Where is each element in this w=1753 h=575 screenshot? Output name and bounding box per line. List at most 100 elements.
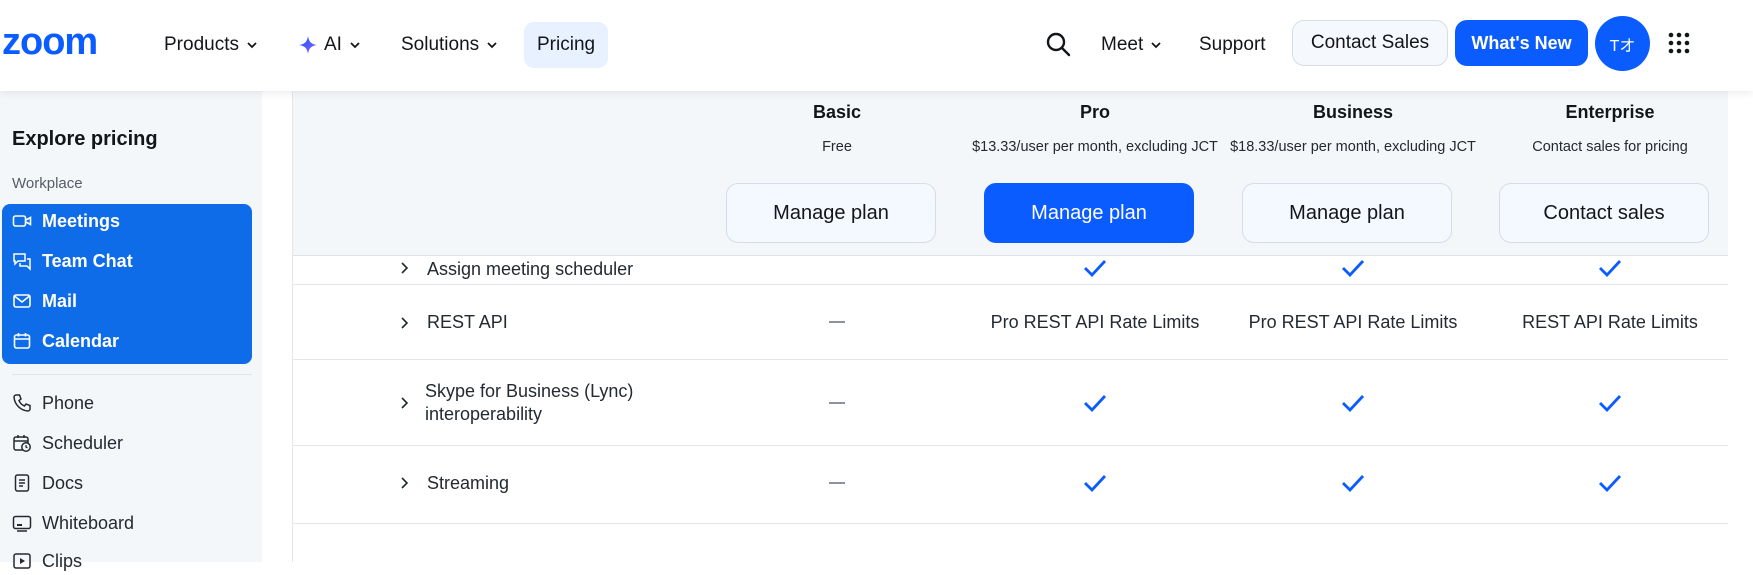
nav-ai[interactable]: AI <box>298 22 361 68</box>
sidebar-title: Explore pricing <box>12 128 158 150</box>
chevron-down-icon <box>350 42 360 49</box>
dash-icon <box>829 402 845 404</box>
sidebar-item-label: Docs <box>42 472 84 493</box>
nav-solutions-label: Solutions <box>401 34 480 55</box>
table-row[interactable]: REST API Pro REST API Rate Limits Pro RE… <box>293 285 1728 360</box>
sidebar-item-clips[interactable]: Clips <box>12 547 82 575</box>
docs-icon <box>14 474 30 492</box>
row-label: Assign meeting scheduler <box>427 259 634 279</box>
table-row[interactable]: Streaming <box>293 446 1728 524</box>
whats-new-button[interactable]: What's New <box>1455 20 1588 66</box>
sidebar-item-meetings[interactable]: Meetings <box>12 207 120 235</box>
nav-products[interactable]: Products <box>164 22 258 68</box>
check-icon <box>1342 260 1365 278</box>
plan-name: Business <box>1312 102 1394 122</box>
chevron-right-icon <box>401 317 409 329</box>
avatar[interactable]: Tオ <box>1595 16 1650 71</box>
plan-price: $13.33/user per month, excluding JCT <box>972 139 1218 155</box>
manage-plan-button[interactable]: Manage plan <box>726 183 936 243</box>
whats-new-label: What's New <box>1471 32 1572 53</box>
plan-name: Pro <box>1079 102 1110 122</box>
sidebar-item-label: Mail <box>42 290 78 311</box>
sidebar-item-label: Scheduler <box>42 432 124 453</box>
nav-meet-label: Meet <box>1101 34 1144 55</box>
top-navigation: zoom Products AI Solutions Pricing Meet … <box>0 0 1753 91</box>
mail-icon <box>13 294 31 308</box>
video-icon <box>12 215 32 227</box>
chevron-right-icon <box>401 397 409 409</box>
cell-value: Pro REST API Rate Limits <box>1248 311 1458 332</box>
check-icon <box>1342 395 1365 413</box>
nav-solutions[interactable]: Solutions <box>401 22 498 68</box>
plan-name: Basic <box>812 102 862 122</box>
check-icon <box>1084 260 1107 278</box>
clips-icon <box>13 553 31 569</box>
check-icon-cell <box>970 391 1220 415</box>
chevron-down-icon <box>487 42 497 49</box>
sidebar-divider <box>12 374 252 375</box>
plan-price: $18.33/user per month, excluding JCT <box>1230 139 1476 155</box>
check-icon-cell <box>970 256 1220 280</box>
plan-name: Enterprise <box>1565 102 1655 122</box>
manage-plan-button[interactable]: Manage plan <box>1242 183 1452 243</box>
sidebar-section-label: Workplace <box>12 175 83 192</box>
contact-sales-label: Contact Sales <box>1310 32 1430 53</box>
sidebar-item-whiteboard[interactable]: Whiteboard <box>12 509 134 537</box>
sidebar-item-label: Phone <box>42 392 95 413</box>
sidebar-item-label: Meetings <box>42 210 121 231</box>
sidebar-item-mail[interactable]: Mail <box>12 287 77 315</box>
contact-sales-plan-button[interactable]: Contact sales <box>1499 183 1709 243</box>
sidebar-item-label: Whiteboard <box>42 512 135 533</box>
sidebar-item-scheduler[interactable]: Scheduler <box>12 429 123 457</box>
check-icon-cell <box>1228 391 1478 415</box>
check-icon <box>1084 395 1107 413</box>
sidebar-item-phone[interactable]: Phone <box>12 389 94 417</box>
check-icon <box>1599 395 1622 413</box>
nav-pricing[interactable]: Pricing <box>524 22 609 68</box>
dash-cell <box>712 471 962 495</box>
sidebar-item-label: Calendar <box>42 330 120 351</box>
check-icon <box>1342 475 1365 493</box>
pricing-sidebar: Explore pricing Workplace Meetings Team … <box>0 91 262 571</box>
check-icon-cell <box>1228 256 1478 280</box>
contact-sales-button[interactable]: Contact Sales <box>1292 20 1448 66</box>
calendar-icon <box>13 333 31 349</box>
check-icon-cell <box>1228 471 1478 495</box>
avatar-initials: Tオ <box>1609 37 1636 55</box>
zoom-logo[interactable]: zoom <box>2 24 128 60</box>
check-icon <box>1599 475 1622 493</box>
chat-icon <box>13 253 31 271</box>
dash-cell <box>712 310 962 334</box>
sidebar-item-label: Team Chat <box>42 250 133 271</box>
ai-star-icon <box>299 36 317 54</box>
whiteboard-icon <box>12 515 32 532</box>
table-row[interactable]: Skype for Business (Lync) interoperabili… <box>293 360 1728 446</box>
chevron-right-icon <box>401 477 409 489</box>
nav-meet[interactable]: Meet <box>1101 22 1162 68</box>
check-icon <box>1599 260 1622 278</box>
sidebar-item-label: Clips <box>42 550 83 571</box>
row-label: Streaming <box>427 473 510 493</box>
search-icon[interactable] <box>1045 31 1071 57</box>
chevron-down-icon <box>1151 42 1161 49</box>
manage-plan-button[interactable]: Manage plan <box>984 183 1194 243</box>
plan-comparison-table: Assign meeting scheduler REST API Pro RE… <box>292 91 1728 562</box>
dash-cell <box>712 391 962 415</box>
svg-text:zoom: zoom <box>2 24 97 60</box>
row-label: Skype for Business (Lync) interoperabili… <box>425 381 634 424</box>
chevron-right-icon <box>401 262 409 274</box>
plan-price: Contact sales for pricing <box>1532 139 1688 155</box>
nav-support[interactable]: Support <box>1199 22 1266 68</box>
check-icon-cell <box>1485 471 1735 495</box>
sidebar-item-team-chat[interactable]: Team Chat <box>12 247 133 275</box>
check-icon-cell <box>970 471 1220 495</box>
check-icon <box>1084 475 1107 493</box>
chevron-down-icon <box>247 42 257 49</box>
dash-icon <box>829 321 845 323</box>
sidebar-item-calendar[interactable]: Calendar <box>12 327 119 355</box>
cell-value: REST API Rate Limits <box>1522 311 1698 332</box>
phone-icon <box>13 394 31 412</box>
sidebar-item-docs[interactable]: Docs <box>12 469 83 497</box>
check-icon-cell <box>1485 256 1735 280</box>
grid-icon[interactable] <box>1668 32 1690 54</box>
